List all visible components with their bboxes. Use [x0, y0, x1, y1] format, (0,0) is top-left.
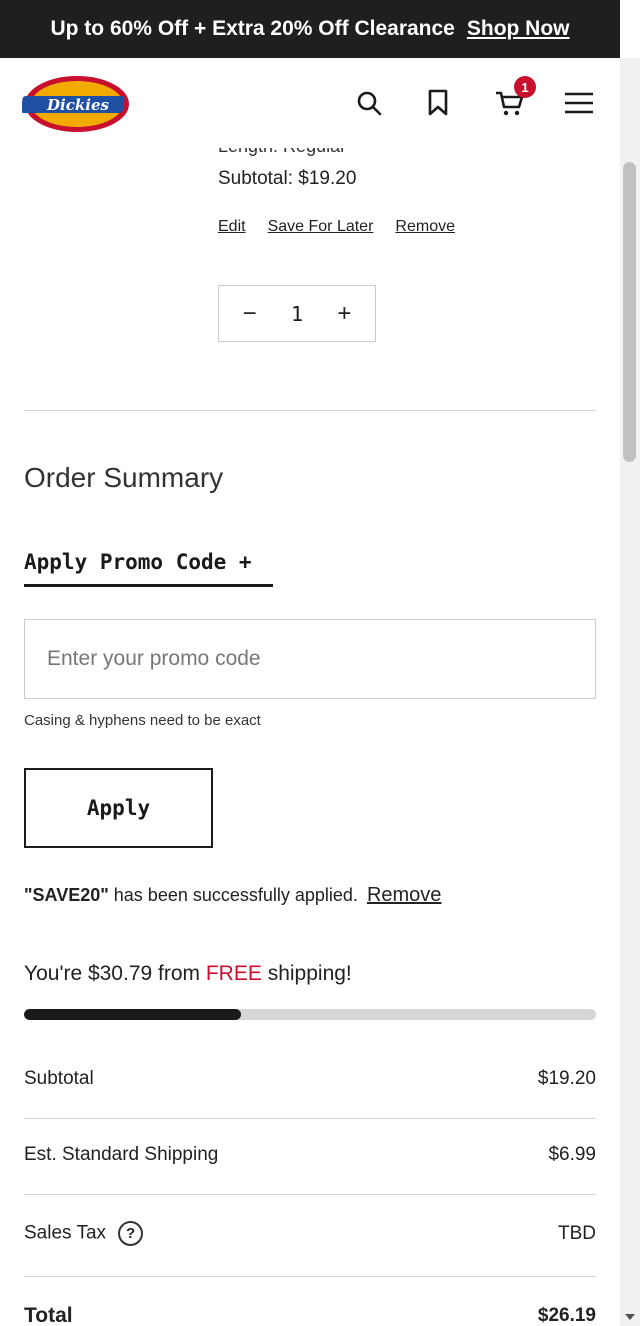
summary-label: Est. Standard Shipping	[24, 1144, 219, 1165]
quantity-value: 1	[290, 301, 304, 326]
scroll-down-arrow-icon[interactable]	[625, 1314, 635, 1320]
summary-label: Total	[24, 1304, 73, 1326]
site-header: Dickies 1	[0, 58, 620, 148]
divider	[24, 1118, 596, 1119]
summary-label-wrap: Sales Tax?	[24, 1221, 144, 1246]
summary-value: TBD	[558, 1222, 596, 1244]
ship-prefix: You're $30.79 from	[24, 962, 206, 985]
summary-row-subtotal: Subtotal $19.20	[24, 1068, 596, 1090]
page-scrollbar[interactable]	[620, 58, 640, 1326]
help-icon[interactable]: ?	[118, 1221, 144, 1246]
cart-content: Length: Regular Subtotal: $19.20 Edit Sa…	[0, 148, 620, 1326]
shop-now-link[interactable]: Shop Now	[467, 17, 570, 41]
divider	[24, 1276, 596, 1277]
edit-item-link[interactable]: Edit	[218, 218, 246, 236]
divider	[24, 410, 596, 411]
promo-code-input[interactable]	[24, 619, 596, 699]
summary-row-total: Total $26.19	[24, 1304, 596, 1326]
dickies-logo[interactable]: Dickies	[20, 74, 132, 134]
applied-text: has been successfully applied.	[108, 885, 358, 905]
summary-value: $19.20	[537, 1068, 596, 1089]
ship-suffix: shipping!	[261, 962, 352, 985]
cart-icon[interactable]: 1	[492, 76, 536, 120]
order-summary-title: Order Summary	[24, 462, 224, 493]
menu-icon[interactable]	[562, 86, 596, 120]
divider	[24, 1194, 596, 1195]
item-actions: Edit Save For Later Remove	[218, 218, 455, 236]
summary-row-shipping: Est. Standard Shipping $6.99	[24, 1144, 596, 1166]
promo-applied-message: "SAVE20" has been successfully applied. …	[24, 884, 441, 907]
promo-hint: Casing & hyphens need to be exact	[24, 712, 261, 729]
scrollbar-thumb[interactable]	[623, 162, 636, 462]
item-length-text: Length: Regular	[218, 148, 346, 157]
summary-value: $6.99	[548, 1144, 596, 1165]
summary-value: $26.19	[537, 1305, 596, 1326]
ship-free: FREE	[205, 962, 262, 985]
shipping-progress-fill	[24, 1009, 242, 1020]
apply-promo-code-toggle[interactable]: Apply Promo Code +	[24, 550, 273, 587]
summary-label: Sales Tax	[24, 1222, 107, 1244]
promo-banner-text: Up to 60% Off + Extra 20% Off Clearance	[50, 17, 455, 40]
quantity-stepper: − 1 +	[218, 285, 376, 342]
save-for-later-link[interactable]: Save For Later	[268, 218, 374, 236]
bookmark-icon[interactable]	[421, 86, 455, 120]
summary-row-sales-tax: Sales Tax? TBD	[24, 1221, 596, 1246]
promo-banner: Up to 60% Off + Extra 20% Off Clearance …	[0, 0, 620, 58]
item-subtotal: Subtotal: $19.20	[218, 168, 357, 189]
svg-text:Dickies: Dickies	[46, 96, 109, 114]
summary-label: Subtotal	[24, 1068, 94, 1089]
increase-quantity-button[interactable]: +	[324, 300, 364, 328]
remove-promo-link[interactable]: Remove	[367, 884, 441, 906]
search-icon[interactable]	[352, 86, 386, 120]
applied-code: "SAVE20"	[24, 885, 109, 905]
apply-promo-button[interactable]: Apply	[24, 768, 213, 848]
decrease-quantity-button[interactable]: −	[230, 300, 270, 328]
remove-item-link[interactable]: Remove	[395, 218, 455, 236]
free-shipping-message: You're $30.79 from FREE shipping!	[24, 962, 352, 986]
shipping-progress-bar	[24, 1009, 596, 1020]
cart-count-badge: 1	[514, 76, 536, 98]
